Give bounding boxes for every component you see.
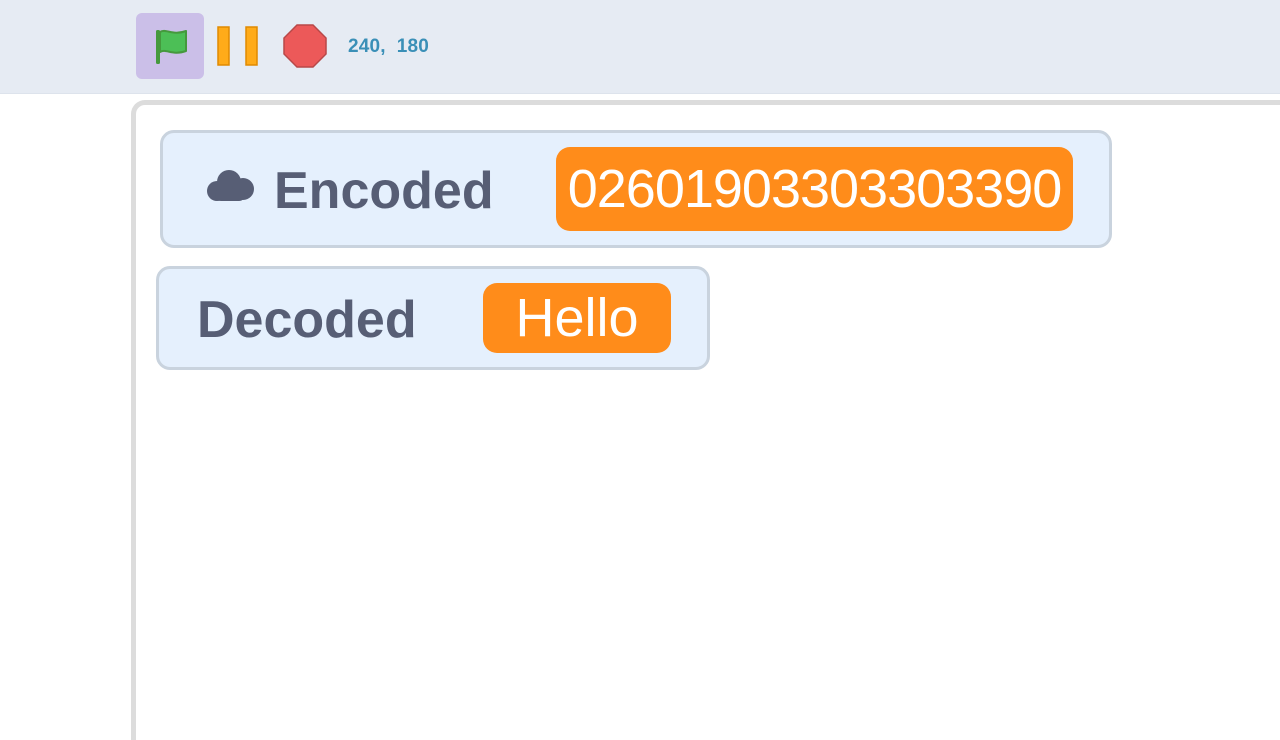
monitor-label: Decoded [197,291,417,349]
green-flag-button[interactable] [136,13,204,79]
stop-sign-icon [283,24,327,68]
cloud-icon [203,169,257,210]
stage-header: 240, 180 [0,0,1280,94]
variable-monitor-decoded[interactable]: Decoded Hello [156,266,710,370]
variable-monitor-encoded[interactable]: Encoded 02601903303303390 [160,130,1112,248]
mouse-coordinates: 240, 180 [348,36,430,57]
monitor-label: Encoded [274,162,494,220]
monitor-value: 02601903303303390 [556,147,1073,231]
stop-button[interactable] [281,22,329,70]
monitor-value: Hello [483,283,671,353]
green-flag-icon [156,29,187,64]
pause-button[interactable] [214,22,262,70]
pause-icon [217,26,258,66]
